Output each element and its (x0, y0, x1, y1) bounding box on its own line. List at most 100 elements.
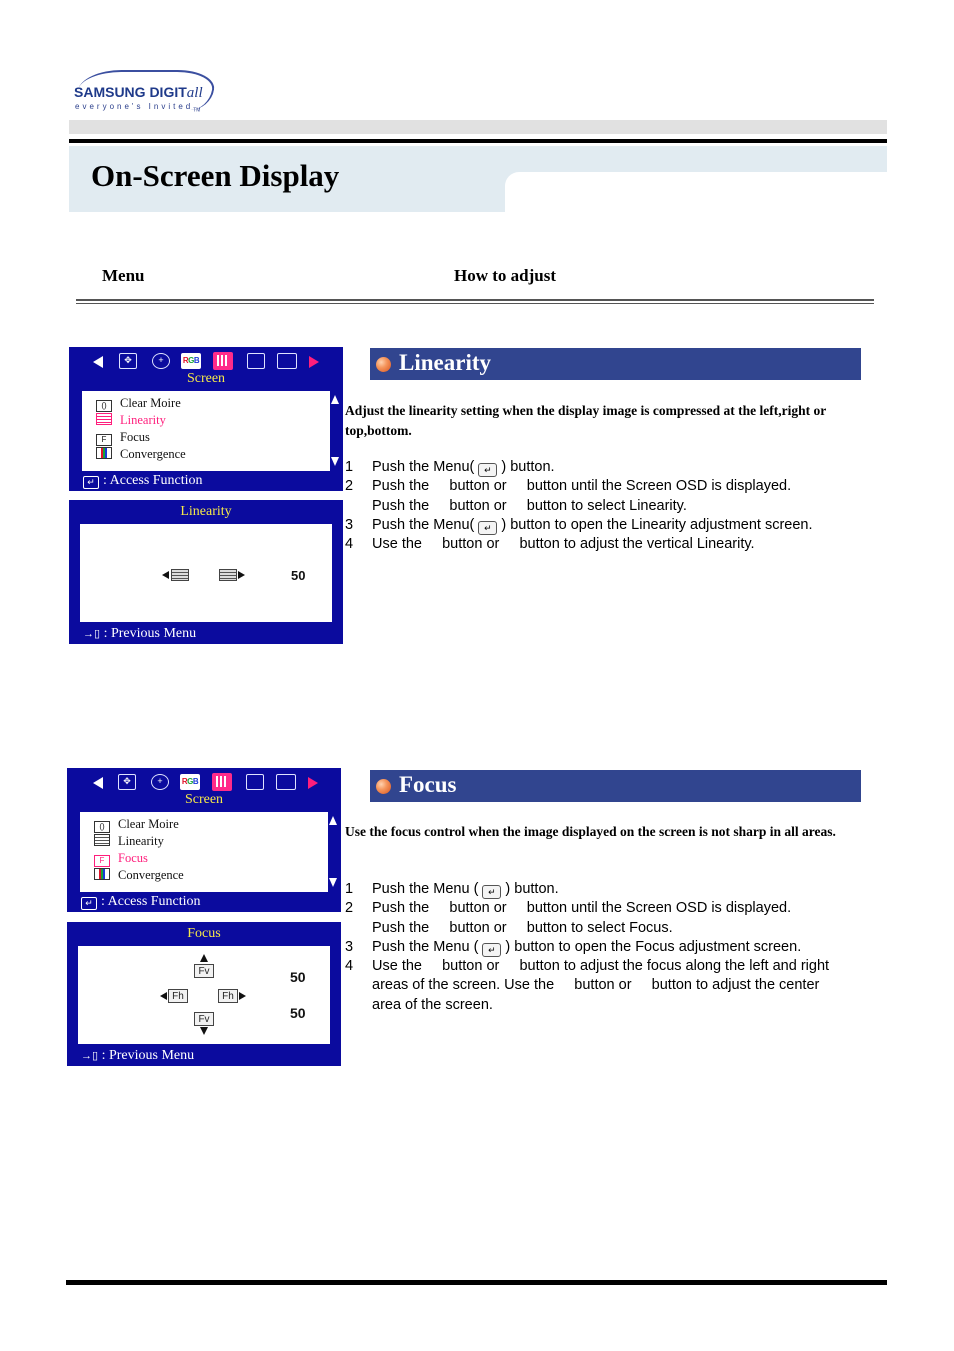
multi-window-icon (246, 774, 264, 790)
osd-adjust-body: Fv Fh Fh Fv 50 50 (78, 946, 330, 1044)
focus-icon: F (94, 855, 110, 867)
focus-value-2: 50 (290, 1005, 306, 1021)
column-header-menu: Menu (102, 266, 145, 285)
exit-icon: →▯ (83, 628, 101, 640)
window-icon (276, 774, 296, 790)
step-item: 1 Push the Menu(↵) button. (345, 459, 555, 477)
enter-icon: ↵ (83, 476, 99, 489)
osd-menu-list: () Clear Moire Linearity F Focus Convergen… (82, 391, 330, 471)
osd-footer-previous: →▯ : Previous Menu (81, 1048, 195, 1063)
osd-menu-item-selected: Linearity (96, 413, 166, 428)
exit-icon: →▯ (81, 1050, 99, 1062)
osd-footer-access: ↵: Access Function (81, 894, 201, 910)
convergence-icon (96, 447, 112, 459)
osd-adjust-body: 50 (80, 524, 332, 622)
steps-list-linearity: 1 Push the Menu(↵) button. 2 Push the butt… (345, 458, 890, 554)
menu-button-icon: ↵ (482, 942, 502, 957)
arrow-right-icon (309, 356, 319, 368)
osd-menu-item: Convergence (96, 447, 186, 462)
osd-nav-bar: ✥ + RGB (69, 351, 343, 371)
linearity-increase-icon (219, 569, 237, 581)
focus-horizontal-left-icon: Fh (168, 989, 188, 1003)
focus-vertical-top-icon: Fv (194, 964, 214, 978)
osd-menu-list: () Clear Moire Linearity F Focus Convergen… (80, 812, 328, 892)
logo-brand: SAMSUNG DIGITall (74, 84, 203, 101)
osd-menu-title: Screen (184, 792, 224, 807)
linearity-icon (96, 413, 112, 425)
osd-focus-adjust: Focus Fv Fh Fh Fv 50 50 →▯ : Previous Me… (67, 922, 341, 1066)
screen-icon (212, 773, 232, 791)
header-grey-bar (69, 120, 887, 134)
step-item: 2 Push the button or button until the Scr… (345, 478, 792, 495)
header-rule (69, 139, 887, 143)
arrow-left-icon (160, 992, 167, 1000)
logo-tagline: everyone's InvitedTM (75, 102, 201, 114)
steps-list-focus: 1 Push the Menu (↵) button. 2 Push the but… (345, 880, 890, 1015)
osd-adjust-title: Focus (187, 926, 221, 941)
convergence-icon (94, 868, 110, 880)
linearity-decrease-icon (171, 569, 189, 581)
scroll-up-icon (329, 816, 337, 825)
arrow-left-icon (162, 571, 169, 579)
step-item: Push the button or button to select Line… (372, 497, 687, 514)
osd-screen-menu-linearity: ✥ + RGB Screen () Clear Moire Linearity F… (69, 347, 343, 491)
osd-menu-item-selected: F Focus (94, 851, 148, 867)
logo-brand-suffix: all (186, 85, 203, 101)
samsung-logo: SAMSUNG DIGITall everyone's InvitedTM (70, 70, 218, 115)
geometry-icon: + (152, 353, 170, 369)
step-item: 3 Push the Menu (↵) button to open the Fo… (345, 938, 802, 957)
focus-icon: F (96, 434, 112, 446)
position-icon: ✥ (119, 353, 137, 369)
step-item: 1 Push the Menu (↵) button. (345, 881, 559, 899)
title-band-notch (505, 172, 535, 212)
arrow-left-icon (93, 356, 103, 368)
arrow-right-icon (238, 571, 245, 579)
scroll-down-icon (331, 457, 339, 466)
section-title: Linearity (399, 350, 491, 375)
step-item: 2 Push the button or button until the Scr… (345, 900, 792, 917)
osd-menu-item: Linearity (94, 834, 164, 849)
bullet-ball-icon (376, 779, 391, 794)
step-item: areas of the screen. Use the button or b… (372, 977, 820, 994)
step-item: 4 Use the button or button to adjust the … (345, 958, 830, 975)
arrow-left-icon (93, 777, 103, 789)
logo-tm: TM (193, 107, 201, 114)
arrow-right-icon (239, 992, 246, 1000)
section-title: Focus (399, 772, 457, 797)
clear-moire-icon: () (96, 400, 112, 412)
osd-menu-item: () Clear Moire (94, 817, 179, 833)
focus-vertical-bottom-icon: Fv (194, 1012, 214, 1026)
rgb-color-icon: RGB (180, 774, 200, 790)
osd-nav-bar: ✥ + RGB (67, 772, 341, 792)
geometry-icon: + (151, 774, 169, 790)
focus-value-1: 50 (290, 969, 306, 985)
linearity-icon (94, 834, 110, 846)
osd-footer-access: ↵: Access Function (83, 473, 203, 489)
bullet-ball-icon (376, 357, 391, 372)
scroll-up-icon (331, 395, 339, 404)
section-header-focus: Focus (370, 770, 861, 802)
osd-footer-previous: →▯ : Previous Menu (83, 626, 197, 641)
clear-moire-icon: () (94, 821, 110, 833)
section-header-linearity: Linearity (370, 348, 861, 380)
osd-menu-item: () Clear Moire (96, 396, 181, 412)
arrow-up-icon (200, 954, 208, 962)
screen-icon (213, 352, 233, 370)
arrow-down-icon (200, 1027, 208, 1035)
page-title: On-Screen Display (91, 158, 340, 193)
osd-menu-title: Screen (186, 371, 226, 386)
osd-menu-item: Convergence (94, 868, 184, 883)
section-description: Use the focus control when the image dis… (345, 824, 836, 839)
section-description: Adjust the linearity setting when the di… (345, 403, 826, 438)
step-item: Push the button or button to select Focu… (372, 919, 673, 936)
step-item: 4 Use the button or button to adjust the … (345, 536, 755, 553)
column-divider-thin (76, 303, 874, 304)
focus-horizontal-right-icon: Fh (218, 989, 238, 1003)
step-item: area of the screen. (372, 996, 493, 1013)
window-icon (277, 353, 297, 369)
scroll-down-icon (329, 878, 337, 887)
linearity-value: 50 (291, 568, 306, 583)
menu-button-icon: ↵ (482, 885, 502, 899)
osd-screen-menu-focus: ✥ + RGB Screen () Clear Moire Linearity F… (67, 768, 341, 912)
arrow-right-icon (308, 777, 318, 789)
